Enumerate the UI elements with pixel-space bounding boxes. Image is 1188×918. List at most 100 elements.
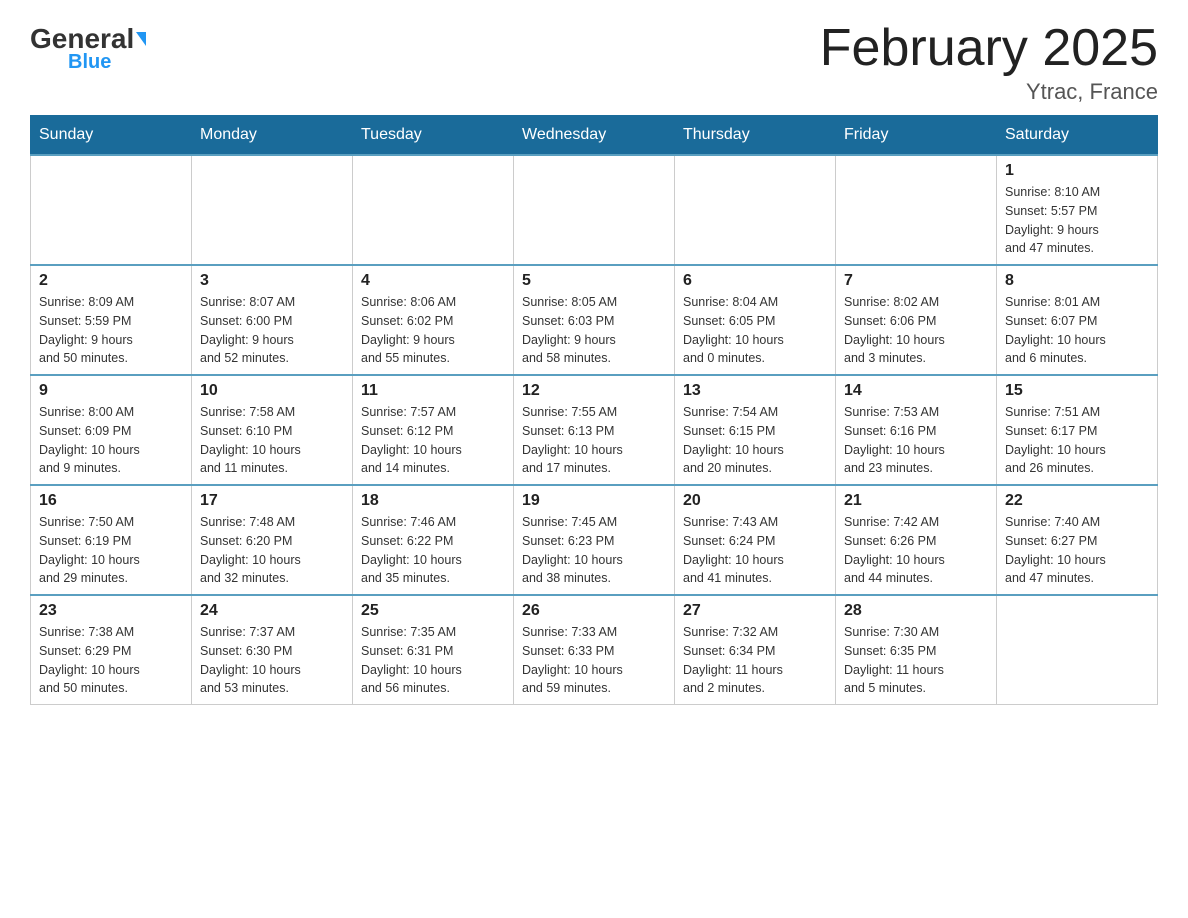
- day-info: Sunrise: 8:05 AMSunset: 6:03 PMDaylight:…: [522, 293, 666, 368]
- calendar-day-cell: 13Sunrise: 7:54 AMSunset: 6:15 PMDayligh…: [675, 375, 836, 485]
- day-info: Sunrise: 8:02 AMSunset: 6:06 PMDaylight:…: [844, 293, 988, 368]
- day-of-week-header: Monday: [192, 116, 353, 156]
- day-info: Sunrise: 7:54 AMSunset: 6:15 PMDaylight:…: [683, 403, 827, 478]
- calendar-week-row: 9 Sunrise: 8:00 AMSunset: 6:09 PMDaylight…: [31, 375, 1158, 485]
- calendar-day-cell: 18 Sunrise: 7:46 AMSunset: 6:22 PMDayligh…: [353, 485, 514, 595]
- day-number: 17: [200, 492, 344, 510]
- day-number: 19: [522, 492, 666, 510]
- calendar-day-cell: 24 Sunrise: 7:37 AMSunset: 6:30 PMDayligh…: [192, 595, 353, 705]
- calendar-week-row: 23 Sunrise: 7:38 AMSunset: 6:29 PMDayligh…: [31, 595, 1158, 705]
- day-info: Sunrise: 7:50 AMSunset: 6:19 PMDaylight:…: [39, 513, 183, 588]
- title-section: February 2025 Ytrac, France: [820, 20, 1158, 105]
- calendar-day-cell: 11 Sunrise: 7:57 AMSunset: 6:12 PMDayligh…: [353, 375, 514, 485]
- month-title: February 2025: [820, 20, 1158, 77]
- calendar-day-cell: 23 Sunrise: 7:38 AMSunset: 6:29 PMDayligh…: [31, 595, 192, 705]
- calendar-day-cell: 27 Sunrise: 7:32 AMSunset: 6:34 PMDayligh…: [675, 595, 836, 705]
- day-info: Sunrise: 7:38 AMSunset: 6:29 PMDaylight:…: [39, 623, 183, 698]
- calendar-week-row: 1 Sunrise: 8:10 AMSunset: 5:57 PMDaylight…: [31, 155, 1158, 265]
- calendar-day-cell: 17 Sunrise: 7:48 AMSunset: 6:20 PMDayligh…: [192, 485, 353, 595]
- day-info: Sunrise: 7:53 AMSunset: 6:16 PMDaylight:…: [844, 403, 988, 478]
- day-info: Sunrise: 7:51 AMSunset: 6:17 PMDaylight:…: [1005, 403, 1149, 478]
- day-number: 9: [39, 382, 183, 400]
- day-number: 25: [361, 602, 505, 620]
- day-info: Sunrise: 7:40 AMSunset: 6:27 PMDaylight:…: [1005, 513, 1149, 588]
- day-number: 11: [361, 382, 505, 400]
- calendar-table: SundayMondayTuesdayWednesdayThursdayFrid…: [30, 115, 1158, 705]
- calendar-day-cell: 25 Sunrise: 7:35 AMSunset: 6:31 PMDayligh…: [353, 595, 514, 705]
- day-number: 10: [200, 382, 344, 400]
- calendar-body: 1 Sunrise: 8:10 AMSunset: 5:57 PMDaylight…: [31, 155, 1158, 705]
- day-info: Sunrise: 7:48 AMSunset: 6:20 PMDaylight:…: [200, 513, 344, 588]
- logo: General Blue: [30, 20, 146, 74]
- calendar-day-cell: 28 Sunrise: 7:30 AMSunset: 6:35 PMDayligh…: [836, 595, 997, 705]
- day-info: Sunrise: 7:33 AMSunset: 6:33 PMDaylight:…: [522, 623, 666, 698]
- day-of-week-header: Friday: [836, 116, 997, 156]
- day-info: Sunrise: 8:01 AMSunset: 6:07 PMDaylight:…: [1005, 293, 1149, 368]
- calendar-day-cell: 20Sunrise: 7:43 AMSunset: 6:24 PMDayligh…: [675, 485, 836, 595]
- calendar-day-cell: 26Sunrise: 7:33 AMSunset: 6:33 PMDayligh…: [514, 595, 675, 705]
- calendar-day-cell: 2Sunrise: 8:09 AMSunset: 5:59 PMDaylight…: [31, 265, 192, 375]
- calendar-day-cell: 19 Sunrise: 7:45 AMSunset: 6:23 PMDayligh…: [514, 485, 675, 595]
- day-of-week-header: Saturday: [997, 116, 1158, 156]
- calendar-day-cell: [192, 155, 353, 265]
- logo-general-text: General: [30, 25, 146, 53]
- day-number: 4: [361, 272, 505, 290]
- day-number: 20: [683, 492, 827, 510]
- day-info: Sunrise: 8:07 AMSunset: 6:00 PMDaylight:…: [200, 293, 344, 368]
- calendar-week-row: 2Sunrise: 8:09 AMSunset: 5:59 PMDaylight…: [31, 265, 1158, 375]
- day-info: Sunrise: 7:42 AMSunset: 6:26 PMDaylight:…: [844, 513, 988, 588]
- day-info: Sunrise: 8:00 AMSunset: 6:09 PMDaylight:…: [39, 403, 183, 478]
- day-info: Sunrise: 8:04 AMSunset: 6:05 PMDaylight:…: [683, 293, 827, 368]
- calendar-day-cell: [353, 155, 514, 265]
- calendar-day-cell: [31, 155, 192, 265]
- day-info: Sunrise: 7:30 AMSunset: 6:35 PMDaylight:…: [844, 623, 988, 698]
- day-number: 28: [844, 602, 988, 620]
- day-info: Sunrise: 7:58 AMSunset: 6:10 PMDaylight:…: [200, 403, 344, 478]
- day-number: 5: [522, 272, 666, 290]
- calendar-day-cell: [514, 155, 675, 265]
- day-number: 6: [683, 272, 827, 290]
- day-info: Sunrise: 7:57 AMSunset: 6:12 PMDaylight:…: [361, 403, 505, 478]
- calendar-header: SundayMondayTuesdayWednesdayThursdayFrid…: [31, 116, 1158, 156]
- day-of-week-header: Wednesday: [514, 116, 675, 156]
- calendar-day-cell: 1 Sunrise: 8:10 AMSunset: 5:57 PMDaylight…: [997, 155, 1158, 265]
- day-number: 15: [1005, 382, 1149, 400]
- day-number: 18: [361, 492, 505, 510]
- day-info: Sunrise: 7:35 AMSunset: 6:31 PMDaylight:…: [361, 623, 505, 698]
- day-number: 1: [1005, 162, 1149, 180]
- calendar-day-cell: 7 Sunrise: 8:02 AMSunset: 6:06 PMDaylight…: [836, 265, 997, 375]
- calendar-day-cell: [675, 155, 836, 265]
- day-info: Sunrise: 8:06 AMSunset: 6:02 PMDaylight:…: [361, 293, 505, 368]
- day-info: Sunrise: 7:45 AMSunset: 6:23 PMDaylight:…: [522, 513, 666, 588]
- day-info: Sunrise: 7:46 AMSunset: 6:22 PMDaylight:…: [361, 513, 505, 588]
- day-number: 23: [39, 602, 183, 620]
- day-info: Sunrise: 8:10 AMSunset: 5:57 PMDaylight:…: [1005, 183, 1149, 258]
- calendar-day-cell: 22 Sunrise: 7:40 AMSunset: 6:27 PMDayligh…: [997, 485, 1158, 595]
- calendar-day-cell: 4 Sunrise: 8:06 AMSunset: 6:02 PMDaylight…: [353, 265, 514, 375]
- day-number: 3: [200, 272, 344, 290]
- calendar-day-cell: [997, 595, 1158, 705]
- day-info: Sunrise: 8:09 AMSunset: 5:59 PMDaylight:…: [39, 293, 183, 368]
- calendar-day-cell: 3 Sunrise: 8:07 AMSunset: 6:00 PMDaylight…: [192, 265, 353, 375]
- day-number: 24: [200, 602, 344, 620]
- calendar-day-cell: 6 Sunrise: 8:04 AMSunset: 6:05 PMDaylight…: [675, 265, 836, 375]
- day-number: 22: [1005, 492, 1149, 510]
- day-number: 7: [844, 272, 988, 290]
- calendar-day-cell: [836, 155, 997, 265]
- day-number: 8: [1005, 272, 1149, 290]
- calendar-day-cell: 5 Sunrise: 8:05 AMSunset: 6:03 PMDaylight…: [514, 265, 675, 375]
- day-number: 27: [683, 602, 827, 620]
- calendar-day-cell: 15 Sunrise: 7:51 AMSunset: 6:17 PMDayligh…: [997, 375, 1158, 485]
- calendar-week-row: 16Sunrise: 7:50 AMSunset: 6:19 PMDayligh…: [31, 485, 1158, 595]
- day-of-week-header: Sunday: [31, 116, 192, 156]
- day-number: 21: [844, 492, 988, 510]
- day-info: Sunrise: 7:37 AMSunset: 6:30 PMDaylight:…: [200, 623, 344, 698]
- days-of-week-row: SundayMondayTuesdayWednesdayThursdayFrid…: [31, 116, 1158, 156]
- calendar-day-cell: 9 Sunrise: 8:00 AMSunset: 6:09 PMDaylight…: [31, 375, 192, 485]
- calendar-day-cell: 14Sunrise: 7:53 AMSunset: 6:16 PMDayligh…: [836, 375, 997, 485]
- day-of-week-header: Thursday: [675, 116, 836, 156]
- location-text: Ytrac, France: [820, 79, 1158, 105]
- day-of-week-header: Tuesday: [353, 116, 514, 156]
- day-info: Sunrise: 7:32 AMSunset: 6:34 PMDaylight:…: [683, 623, 827, 698]
- calendar-day-cell: 8 Sunrise: 8:01 AMSunset: 6:07 PMDaylight…: [997, 265, 1158, 375]
